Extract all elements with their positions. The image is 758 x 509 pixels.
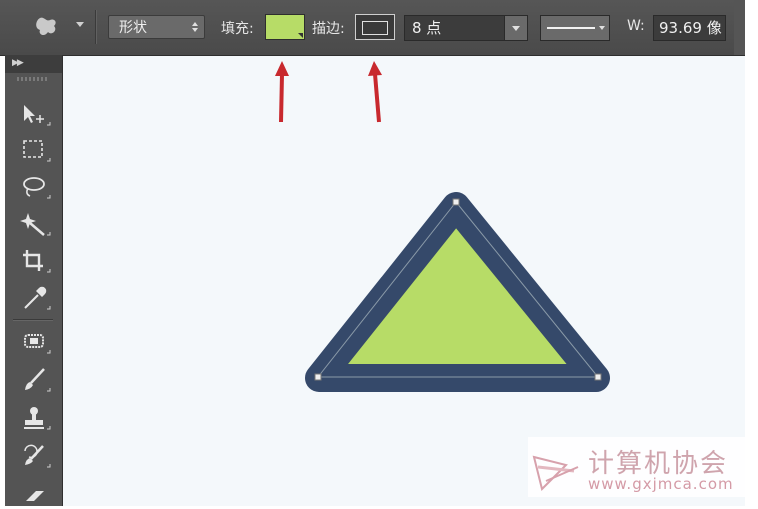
- stroke-color-swatch[interactable]: [355, 14, 395, 40]
- options-bar-edge: [734, 0, 745, 55]
- tools-panel-header[interactable]: ▶▶: [5, 55, 62, 73]
- stroke-swatch-icon: [362, 21, 388, 35]
- arrow-icon: [279, 73, 284, 123]
- stroke-label: 描边:: [312, 21, 345, 37]
- watermark: 计算机协会 www.gxjmca.com: [528, 437, 745, 497]
- toolbar-divider: [13, 319, 53, 320]
- window-edge: [745, 0, 758, 506]
- panel-grip[interactable]: [17, 77, 49, 81]
- healing-brush-tool-icon[interactable]: [16, 327, 52, 357]
- options-bar: 形状 填充: 描边: 8 点 W: 93.69 像: [0, 0, 745, 56]
- width-input[interactable]: 93.69 像: [653, 15, 726, 41]
- stroke-width-value: 8 点: [412, 19, 442, 37]
- stroke-width-field[interactable]: 8 点: [404, 15, 528, 41]
- width-value: 93.69 像: [659, 19, 722, 37]
- eyedropper-tool-icon[interactable]: [16, 283, 52, 313]
- watermark-url: www.gxjmca.com: [588, 475, 734, 493]
- anchor-point: [314, 373, 322, 381]
- solid-line-icon: [547, 27, 595, 29]
- chevron-down-icon: [599, 26, 605, 30]
- crop-tool-icon[interactable]: [16, 246, 52, 276]
- anchor-point: [594, 373, 602, 381]
- arrow-icon: [368, 61, 382, 76]
- magic-wand-tool-icon[interactable]: [16, 209, 52, 239]
- lasso-tool-icon[interactable]: [16, 172, 52, 202]
- stroke-width-dropdown[interactable]: [504, 16, 527, 40]
- swatch-dropdown-icon: [298, 33, 303, 38]
- mode-select-value: 形状: [119, 20, 147, 36]
- anchor-point: [452, 198, 460, 206]
- move-tool-icon[interactable]: [16, 99, 52, 129]
- width-label: W:: [627, 18, 645, 34]
- clone-stamp-tool-icon[interactable]: [16, 403, 52, 433]
- select-spinner-icon: [192, 22, 198, 32]
- arrow-icon: [373, 73, 381, 123]
- tool-preset-caret-icon[interactable]: [76, 22, 84, 27]
- history-brush-tool-icon[interactable]: [16, 441, 52, 471]
- fill-color-swatch[interactable]: [265, 14, 305, 40]
- custom-shape-tool-icon[interactable]: [30, 14, 64, 40]
- collapse-panel-icon[interactable]: ▶▶: [12, 58, 24, 68]
- eraser-tool-icon[interactable]: [16, 479, 52, 509]
- triangle-shape: [305, 192, 610, 392]
- tools-panel: ▶▶: [5, 55, 63, 506]
- mode-select[interactable]: 形状: [108, 15, 205, 39]
- marquee-tool-icon[interactable]: [16, 135, 52, 165]
- watermark-logo-icon: [532, 455, 579, 491]
- brush-tool-icon[interactable]: [16, 365, 52, 395]
- fill-label: 填充:: [221, 21, 254, 37]
- stroke-type-select[interactable]: [540, 15, 610, 41]
- options-separator: [95, 10, 96, 44]
- arrow-icon: [275, 61, 289, 76]
- chevron-down-icon: [512, 26, 520, 31]
